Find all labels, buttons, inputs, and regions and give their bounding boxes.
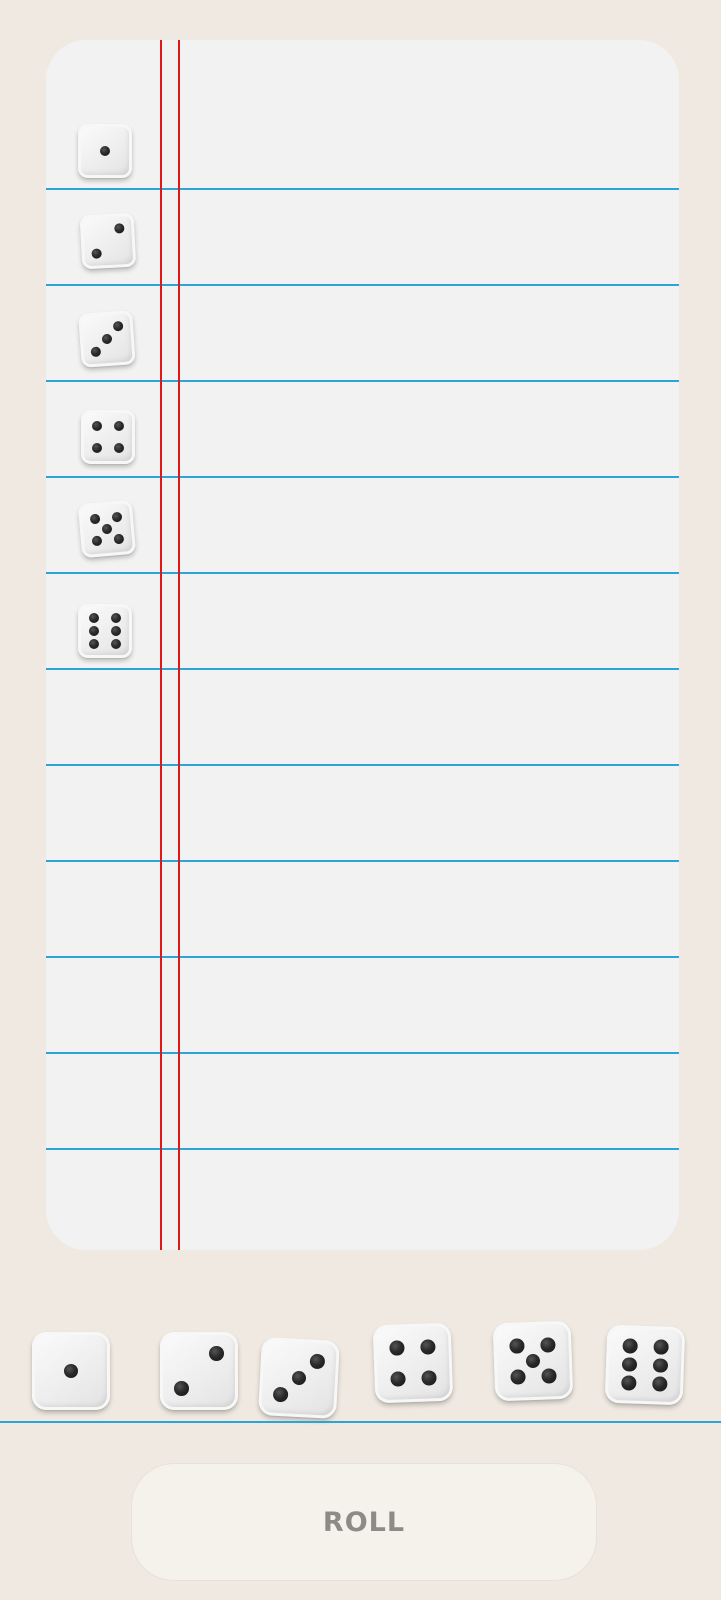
die-pip [101, 523, 113, 535]
die-pip [110, 638, 121, 650]
die-pip [510, 1369, 526, 1385]
die-pip [291, 1370, 307, 1386]
die-pip [113, 223, 125, 234]
die-pip [112, 320, 124, 332]
ruled-line [46, 956, 679, 958]
ruled-line [46, 764, 679, 766]
rolled-die-six[interactable] [604, 1324, 686, 1406]
ruled-line [46, 860, 679, 862]
roll-button-label: ROLL [322, 1506, 406, 1538]
score-row-die-two [79, 212, 137, 270]
margin-line-right [178, 40, 180, 1250]
rolled-die-four[interactable] [372, 1322, 454, 1404]
die-pip [540, 1337, 556, 1353]
score-row-die-one [78, 124, 132, 178]
die-pip [652, 1376, 668, 1392]
rolled-die-two[interactable] [160, 1332, 238, 1410]
die-pip [89, 638, 100, 650]
die-pip [101, 333, 113, 345]
roll-button[interactable]: ROLL [132, 1464, 596, 1580]
die-pip [99, 145, 111, 157]
rolled-die-five[interactable] [492, 1320, 574, 1402]
game-screen: ROLL [0, 0, 721, 1600]
ruled-line [46, 1148, 679, 1150]
ruled-line [46, 188, 679, 190]
die-pip [621, 1356, 638, 1373]
score-row-die-six [78, 604, 132, 658]
die-pip [653, 1339, 669, 1355]
ruled-line [46, 380, 679, 382]
die-pip [309, 1353, 325, 1370]
die-pip [541, 1368, 557, 1384]
die-pip [420, 1339, 436, 1355]
die-pip [273, 1386, 289, 1403]
dice-tray-line [0, 1421, 721, 1423]
die-pip [652, 1357, 669, 1374]
ruled-line [46, 1052, 679, 1054]
die-pip [89, 513, 101, 525]
die-pip [621, 1375, 637, 1391]
die-pip [113, 533, 125, 545]
rolled-die-three[interactable] [258, 1337, 340, 1419]
die-pip [389, 1340, 405, 1356]
score-row-die-four [81, 410, 135, 464]
die-pip [174, 1380, 190, 1396]
die-pip [111, 511, 123, 523]
die-pip [110, 625, 121, 637]
margin-line-left [160, 40, 162, 1250]
die-pip [63, 1363, 79, 1379]
die-pip [91, 248, 103, 259]
die-pip [390, 1371, 406, 1387]
die-pip [113, 442, 124, 453]
ruled-line [46, 668, 679, 670]
score-row-die-three [78, 310, 136, 368]
score-row-die-five [77, 499, 137, 559]
ruled-line [46, 284, 679, 286]
ruled-line [46, 476, 679, 478]
die-pip [110, 612, 121, 624]
die-pip [90, 346, 102, 358]
die-pip [92, 442, 103, 453]
die-pip [89, 625, 100, 637]
die-pip [525, 1353, 541, 1369]
die-pip [89, 612, 100, 624]
die-pip [113, 421, 124, 432]
die-pip [208, 1346, 224, 1362]
rolled-die-one[interactable] [32, 1332, 110, 1410]
die-pip [92, 421, 103, 432]
die-pip [421, 1370, 437, 1386]
die-pip [91, 535, 103, 547]
score-sheet [46, 40, 679, 1250]
ruled-line [46, 572, 679, 574]
die-pip [509, 1338, 525, 1354]
die-pip [622, 1338, 638, 1354]
